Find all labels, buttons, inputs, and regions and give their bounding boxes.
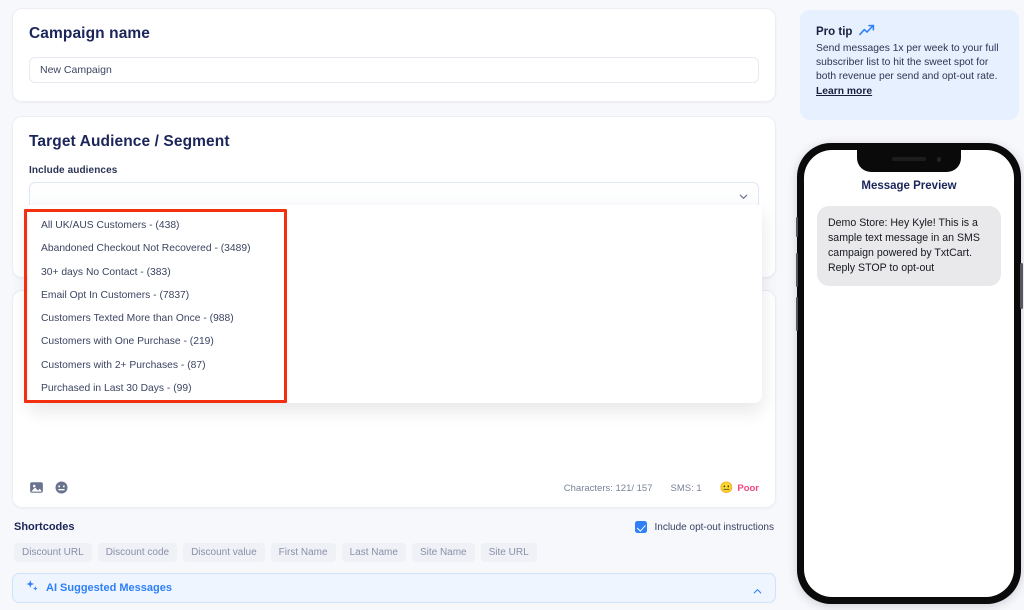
- audience-dropdown-panel[interactable]: All UK/AUS Customers - (438) Abandoned C…: [28, 205, 762, 403]
- shortcode-chip[interactable]: Discount URL: [14, 543, 92, 562]
- optout-label: Include opt-out instructions: [654, 521, 774, 533]
- campaign-name-input[interactable]: [29, 57, 759, 83]
- phone-preview-frame: Message Preview Demo Store: Hey Kyle! Th…: [795, 143, 1023, 604]
- phone-volume-down-button: [795, 297, 798, 331]
- shortcode-chip[interactable]: Last Name: [341, 543, 406, 562]
- shortcodes-header: Shortcodes Include opt-out instructions: [12, 521, 776, 533]
- shortcode-chip[interactable]: Site URL: [480, 543, 537, 562]
- shortcode-chip[interactable]: Discount value: [183, 543, 265, 562]
- pro-tip-body: Send messages 1x per week to your full s…: [816, 42, 1003, 99]
- phone-volume-up-button: [795, 253, 798, 287]
- shortcode-chip-list: Discount URL Discount code Discount valu…: [12, 543, 776, 562]
- message-preview-bubble: Demo Store: Hey Kyle! This is a sample t…: [817, 206, 1001, 286]
- learn-more-link[interactable]: Learn more: [816, 86, 872, 97]
- message-preview-title: Message Preview: [861, 180, 957, 192]
- audience-option-list: All UK/AUS Customers - (438) Abandoned C…: [28, 205, 762, 400]
- include-optout-toggle[interactable]: Include opt-out instructions: [635, 521, 774, 533]
- phone-front-camera: [936, 157, 941, 162]
- shortcodes-title: Shortcodes: [14, 521, 75, 533]
- audience-option[interactable]: All UK/AUS Customers - (438): [28, 214, 762, 237]
- phone-speaker: [892, 157, 926, 161]
- neutral-face-icon: 😐: [719, 482, 734, 494]
- campaign-name-title: Campaign name: [29, 25, 151, 42]
- trending-up-icon: [859, 24, 875, 39]
- pro-tip-panel: Pro tip Send messages 1x per week to you…: [800, 10, 1019, 120]
- ai-suggested-label: AI Suggested Messages: [46, 582, 172, 594]
- audience-option[interactable]: Customers with 2+ Purchases - (87): [28, 354, 762, 377]
- include-audiences-label: Include audiences: [29, 165, 118, 176]
- phone-notch: [857, 150, 961, 172]
- shortcode-chip[interactable]: First Name: [270, 543, 336, 562]
- campaign-name-card: Campaign name: [12, 8, 776, 102]
- sparkles-icon: [25, 579, 39, 598]
- pro-tip-heading-row: Pro tip: [816, 24, 1003, 39]
- quality-badge: 😐 Poor: [719, 482, 759, 495]
- shortcode-chip[interactable]: Site Name: [411, 543, 475, 562]
- character-count: Characters: 121/ 157: [563, 483, 653, 494]
- target-audience-title: Target Audience / Segment: [29, 133, 230, 150]
- phone-screen: Message Preview Demo Store: Hey Kyle! Th…: [804, 150, 1014, 597]
- image-icon[interactable]: [29, 480, 44, 495]
- phone-mute-switch: [795, 217, 798, 237]
- quality-label: Poor: [737, 483, 759, 494]
- audience-option[interactable]: 30+ days No Contact - (383): [28, 261, 762, 284]
- audience-option[interactable]: Purchased in Last 30 Days - (99): [28, 377, 762, 400]
- audience-option[interactable]: Abandoned Checkout Not Recovered - (3489…: [28, 237, 762, 260]
- editor-toolbar: [29, 480, 69, 495]
- emoji-smiley-icon[interactable]: [54, 480, 69, 495]
- sms-count: SMS: 1: [670, 483, 702, 494]
- chevron-down-icon[interactable]: [738, 191, 749, 202]
- chevron-up-icon[interactable]: [752, 584, 763, 602]
- audience-option[interactable]: Customers Texted More than Once - (988): [28, 307, 762, 330]
- message-meta: Characters: 121/ 157 SMS: 1 😐 Poor: [563, 482, 759, 495]
- pro-tip-text: Send messages 1x per week to your full s…: [816, 43, 999, 83]
- audience-option[interactable]: Email Opt In Customers - (7837): [28, 284, 762, 307]
- shortcode-chip[interactable]: Discount code: [97, 543, 178, 562]
- phone-power-button: [1020, 263, 1023, 309]
- audience-option[interactable]: Customers with One Purchase - (219): [28, 330, 762, 353]
- pro-tip-heading: Pro tip: [816, 25, 853, 38]
- campaign-builder-page: Campaign name Target Audience / Segment …: [0, 0, 1024, 610]
- ai-suggested-messages-bar[interactable]: AI Suggested Messages: [12, 573, 776, 603]
- optout-checkbox[interactable]: [635, 521, 648, 533]
